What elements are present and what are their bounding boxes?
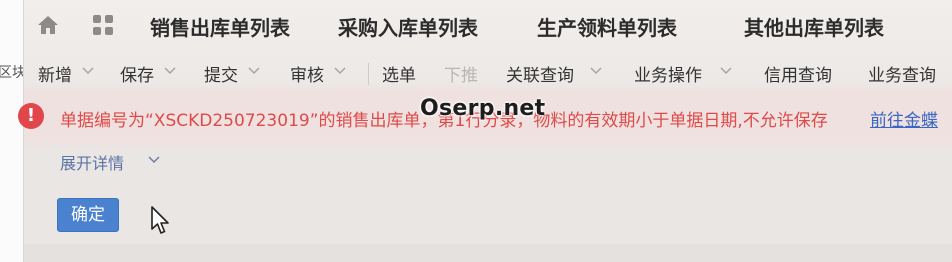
- tab-bar: 销售出库单列表 采购入库单列表 生产领料单列表 其他出库单列表: [24, 0, 952, 50]
- audit-dropdown-chevron-icon[interactable]: [334, 66, 346, 76]
- tab-purchase-inbound-list[interactable]: 采购入库单列表: [338, 12, 478, 41]
- error-icon: !: [18, 103, 44, 129]
- tab-other-outbound-list[interactable]: 其他出库单列表: [744, 12, 884, 41]
- select-order-button[interactable]: 选单: [382, 61, 416, 86]
- confirm-button[interactable]: 确定: [57, 198, 119, 232]
- toolbar: 新增 保存 提交 审核 选单 下推 关联查询 业务操作 信用查询 业务查询: [24, 54, 952, 90]
- new-dropdown-chevron-icon[interactable]: [82, 66, 94, 76]
- expand-details-toggle[interactable]: 展开详情: [60, 150, 124, 174]
- dialog-bottom-edge: [24, 244, 952, 262]
- home-icon[interactable]: [36, 14, 60, 36]
- new-button[interactable]: 新增: [38, 61, 72, 86]
- app-grid-icon[interactable]: [92, 14, 114, 36]
- business-ops-button[interactable]: 业务操作: [634, 61, 702, 86]
- save-button[interactable]: 保存: [120, 61, 154, 86]
- toolbar-divider: [368, 63, 369, 85]
- related-query-button[interactable]: 关联查询: [506, 61, 574, 86]
- watermark-text: Oserp.net: [420, 96, 546, 121]
- save-dropdown-chevron-icon[interactable]: [164, 66, 176, 76]
- mouse-cursor-icon: [151, 206, 169, 234]
- audit-button[interactable]: 审核: [290, 61, 324, 86]
- go-to-kingdee-link[interactable]: 前往金蝶: [870, 106, 938, 131]
- business-ops-chevron-icon[interactable]: [720, 66, 732, 76]
- push-down-button[interactable]: 下推: [444, 61, 478, 86]
- submit-button[interactable]: 提交: [204, 61, 238, 86]
- credit-query-button[interactable]: 信用查询: [764, 61, 832, 86]
- app-window: 销售出库单列表 采购入库单列表 生产领料单列表 其他出库单列表 新增 保存 提交…: [18, 0, 952, 262]
- tab-production-picking-list[interactable]: 生产领料单列表: [537, 12, 677, 41]
- chevron-down-icon[interactable]: [148, 156, 160, 164]
- submit-dropdown-chevron-icon[interactable]: [248, 66, 260, 76]
- cut-off-label: 区块: [0, 62, 23, 82]
- related-query-chevron-icon[interactable]: [590, 66, 602, 76]
- business-query-button[interactable]: 业务查询: [868, 61, 936, 86]
- tab-sales-outbound-list[interactable]: 销售出库单列表: [150, 12, 290, 41]
- left-edge-panel: 区块: [0, 0, 24, 262]
